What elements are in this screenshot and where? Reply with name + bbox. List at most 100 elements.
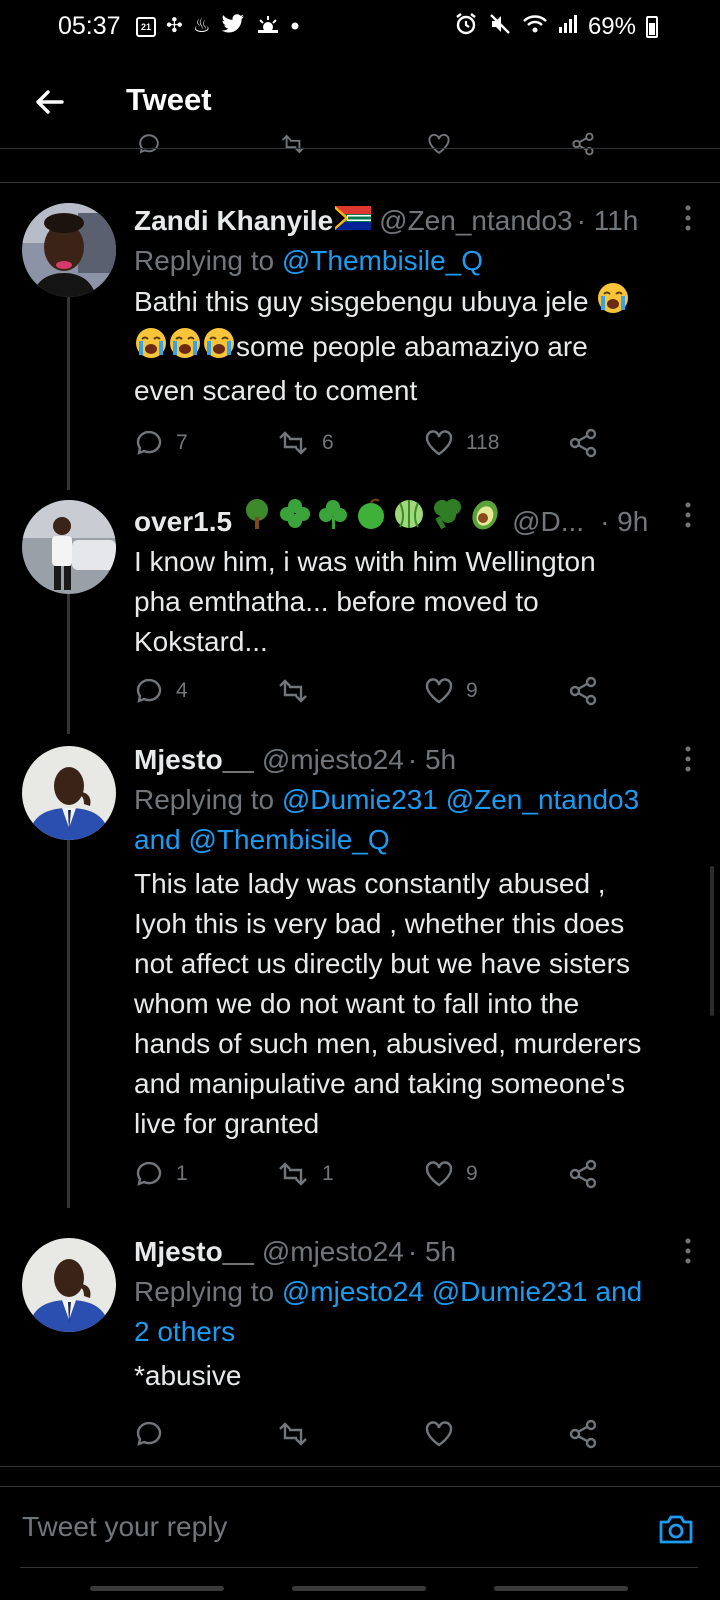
tweet-actions: 4 9 (132, 673, 602, 709)
retweet-button[interactable]: 1 (276, 1156, 334, 1192)
camera-icon[interactable] (656, 1509, 696, 1549)
retweet-button[interactable] (276, 1416, 310, 1452)
tweet-text-line: and manipulative and taking someone's (134, 1068, 625, 1099)
reply-composer: Tweet your reply (0, 1486, 720, 1582)
header-divider (0, 148, 720, 149)
tweet-text-line: I know him, i was with him Wellington (134, 546, 596, 577)
crying-face-emoji-icon (596, 281, 630, 326)
nav-recents-indicator[interactable] (90, 1586, 224, 1591)
pinwheel-icon: ✣ (166, 15, 183, 37)
tweet-author-line: Mjesto__ @mjesto24 · 5h (134, 1232, 704, 1272)
reply-icon (136, 1421, 162, 1446)
name-emojis-icon (240, 497, 504, 542)
heart-icon (425, 1421, 453, 1447)
battery-icon (646, 15, 658, 38)
retweet-button[interactable] (276, 673, 322, 709)
like-count: 118 (466, 431, 500, 454)
scrollbar[interactable] (710, 866, 714, 1016)
mention-link[interactable]: 2 others (134, 1312, 704, 1352)
like-button[interactable]: 9 (424, 1156, 478, 1192)
mention-link[interactable]: @Thembisile_Q (282, 245, 483, 276)
like-count: 9 (466, 679, 478, 702)
user-handle[interactable]: @D... (512, 502, 584, 542)
crying-face-emoji-icon (134, 326, 168, 371)
share-button[interactable] (568, 1416, 598, 1452)
avatar[interactable] (22, 203, 116, 297)
mention-link[interactable]: @mjesto24 @Dumie231 and (282, 1276, 642, 1307)
reply-icon (136, 1161, 162, 1186)
retweet-icon (279, 1422, 307, 1446)
timestamp[interactable]: · 9h (600, 502, 648, 542)
status-bar: 05:37 21 ✣ ♨ 69% (0, 0, 720, 56)
share-button[interactable] (568, 673, 598, 709)
system-nav-bar (0, 1582, 720, 1600)
tweet-text-line: Iyoh this is very bad , whether this doe… (134, 908, 625, 939)
replying-to: Replying to @mjesto24 @Dumie231 and 2 ot… (134, 1272, 704, 1352)
timestamp[interactable]: · 5h (408, 1232, 456, 1272)
reply-input[interactable]: Tweet your reply (22, 1511, 227, 1543)
share-button[interactable] (568, 1156, 598, 1192)
thread-line (67, 582, 70, 734)
tweet-divider (0, 1466, 720, 1467)
share-icon (569, 1419, 597, 1449)
avatar[interactable] (22, 500, 116, 594)
tweet-text-line: not affect us directly but we have siste… (134, 948, 630, 979)
tweet-text-line: hands of such men, abusived, murderers (134, 1028, 642, 1059)
tweet-reply-2[interactable]: over1.5 @D... · 9h I know him, i was wit… (134, 497, 704, 662)
nav-back-indicator[interactable] (494, 1586, 628, 1591)
back-arrow-icon[interactable] (30, 82, 70, 122)
display-name[interactable]: over1.5 (134, 502, 232, 542)
retweet-icon (279, 679, 307, 703)
timestamp[interactable]: · 5h (408, 740, 456, 780)
retweet-button[interactable]: 6 (276, 425, 334, 461)
nav-home-indicator[interactable] (292, 1586, 426, 1591)
tweet-text-line: live for granted (134, 1108, 320, 1139)
display-name[interactable]: Mjesto__ (134, 740, 254, 780)
like-button[interactable]: 9 (424, 673, 478, 709)
battery-percent: 69% (587, 12, 636, 40)
tweet-text-line: whom we do not want to fall into the (134, 988, 580, 1019)
tweet-text: *abusive (134, 1356, 704, 1396)
notification-app-icon: ♨ (192, 15, 211, 37)
retweet-count: 6 (322, 431, 334, 454)
timestamp[interactable]: · 11h (577, 201, 639, 241)
like-count: 9 (466, 1162, 478, 1185)
weather-icon (255, 13, 281, 40)
reply-count: 4 (176, 679, 188, 702)
user-handle[interactable]: @mjesto24 (262, 1232, 404, 1272)
user-handle[interactable]: @mjesto24 (262, 740, 404, 780)
wifi-icon (522, 13, 548, 40)
tweet-actions: 1 1 9 (132, 1156, 602, 1192)
retweet-count: 1 (322, 1162, 334, 1185)
avatar[interactable] (22, 1238, 116, 1332)
share-button[interactable] (568, 425, 598, 461)
reply-button[interactable] (134, 1416, 164, 1452)
mention-link[interactable]: @Dumie231 @Zen_ntando3 (282, 784, 639, 815)
tweet-reply-4[interactable]: Mjesto__ @mjesto24 · 5h Replying to @mje… (134, 1232, 704, 1396)
tweet-reply-3[interactable]: Mjesto__ @mjesto24 · 5h Replying to @Dum… (134, 740, 704, 1144)
display-name[interactable]: Mjesto__ (134, 1232, 254, 1272)
reply-button[interactable]: 4 (134, 673, 188, 709)
replying-to: Replying to @Thembisile_Q (134, 241, 704, 281)
reply-input-underline (20, 1567, 698, 1568)
display-name[interactable]: Zandi Khanyile (134, 201, 333, 241)
replying-prefix: Replying to (134, 245, 282, 276)
tweet-text-line: Bathi this guy sisgebengu ubuya jele (134, 285, 597, 317)
tweet-actions (132, 1416, 602, 1452)
share-icon (569, 428, 597, 458)
mention-link[interactable]: and @Thembisile_Q (134, 820, 704, 860)
user-handle[interactable]: @Zen_ntando3 (379, 201, 572, 241)
tweet-text-line: some people abamaziyo are (236, 330, 588, 362)
tweet-text-line: *abusive (134, 1360, 242, 1391)
reply-button[interactable]: 7 (134, 425, 188, 461)
share-icon (569, 1159, 597, 1189)
crying-face-emoji-icon (202, 326, 236, 371)
reply-icon (136, 678, 162, 703)
twitter-bird-icon (221, 13, 245, 40)
replying-prefix: Replying to (134, 1276, 282, 1307)
like-button[interactable]: 118 (424, 425, 499, 461)
reply-button[interactable]: 1 (134, 1156, 188, 1192)
avatar[interactable] (22, 746, 116, 840)
tweet-reply-1[interactable]: Zandi Khanyile @Zen_ntando3 · 11h Replyi… (134, 201, 704, 411)
like-button[interactable] (424, 1416, 454, 1452)
